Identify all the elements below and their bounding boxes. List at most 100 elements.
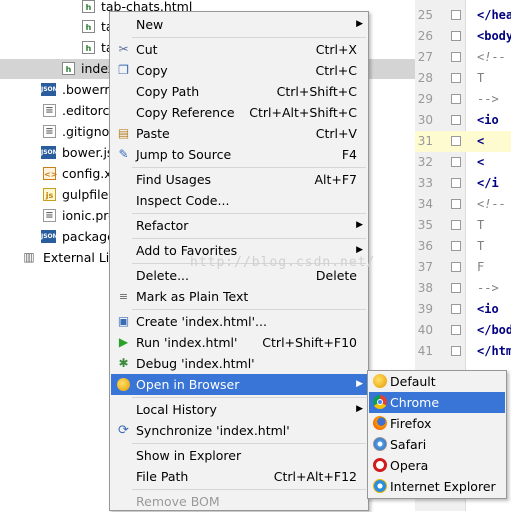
editor-line[interactable]: 37 F xyxy=(415,257,511,278)
fold-marker-icon[interactable] xyxy=(451,178,461,188)
tree-item-bower-json[interactable]: JSON bower.js xyxy=(41,143,113,163)
fold-marker-icon[interactable] xyxy=(451,241,461,251)
fold-marker-icon[interactable] xyxy=(451,283,461,293)
fold-marker-icon[interactable] xyxy=(451,157,461,167)
menu-item-copy-path[interactable]: Copy Path Ctrl+Shift+C xyxy=(111,81,367,102)
editor-line[interactable]: 33 </i xyxy=(415,173,511,194)
menu-item-local-history[interactable]: Local History ▶ xyxy=(111,399,367,420)
browser-item-chrome[interactable]: Chrome xyxy=(369,392,505,413)
fold-marker-icon[interactable] xyxy=(451,115,461,125)
menu-item-new[interactable]: New ▶ xyxy=(111,14,367,35)
html-file-icon: h xyxy=(62,62,75,75)
menu-item-synchronize[interactable]: ⟳ Synchronize 'index.html' xyxy=(111,420,367,441)
fold-marker-icon[interactable] xyxy=(451,304,461,314)
fold-marker-icon[interactable] xyxy=(451,199,461,209)
fold-marker-icon[interactable] xyxy=(451,10,461,20)
menu-item-label: Paste xyxy=(136,126,170,141)
safari-icon xyxy=(373,437,387,451)
menu-item-show-in-explorer[interactable]: Show in Explorer xyxy=(111,445,367,466)
html-file-icon: h xyxy=(82,41,95,54)
editor-line[interactable]: 30 <io xyxy=(415,110,511,131)
menu-item-delete[interactable]: Delete... Delete xyxy=(111,265,367,286)
submenu-arrow-icon: ▶ xyxy=(356,404,363,414)
tree-item-editorconfig[interactable]: ≡ .editorcc xyxy=(43,101,116,121)
menu-separator xyxy=(132,443,366,444)
tree-item-config-xml[interactable]: <> config.xr xyxy=(43,164,117,184)
editor-line[interactable]: 34 <!-- xyxy=(415,194,511,215)
run-configuration-icon: ▣ xyxy=(117,314,130,328)
editor-line[interactable]: 25 </hea xyxy=(415,5,511,26)
editor-line[interactable]: 41 </html xyxy=(415,341,511,362)
editor-line[interactable]: 39 <io xyxy=(415,299,511,320)
tree-item-gitignore[interactable]: ≡ .gitignor xyxy=(43,122,114,142)
code-text: </i xyxy=(477,176,499,190)
fold-marker-icon[interactable] xyxy=(451,52,461,62)
menu-item-mark-as-plain-text[interactable]: ≡ Mark as Plain Text xyxy=(111,286,367,307)
fold-marker-icon[interactable] xyxy=(451,31,461,41)
browser-item-opera[interactable]: Opera xyxy=(369,455,505,476)
fold-marker-icon[interactable] xyxy=(451,136,461,146)
browser-item-internet-explorer[interactable]: Internet Explorer xyxy=(369,476,505,497)
menu-item-shortcut: Delete xyxy=(315,268,357,283)
menu-item-create-run-config[interactable]: ▣ Create 'index.html'... xyxy=(111,311,367,332)
menu-item-inspect-code[interactable]: Inspect Code... xyxy=(111,190,367,211)
editor-line[interactable]: 28 T xyxy=(415,68,511,89)
menu-item-cut[interactable]: ✂ Cut Ctrl+X xyxy=(111,39,367,60)
submenu-arrow-icon: ▶ xyxy=(356,379,363,389)
editor-line[interactable]: 32 < xyxy=(415,152,511,173)
line-number: 38 xyxy=(417,281,433,295)
submenu-arrow-icon: ▶ xyxy=(356,220,363,230)
editor-line[interactable]: 35 T xyxy=(415,215,511,236)
browser-item-label: Opera xyxy=(390,458,429,473)
line-number: 41 xyxy=(417,344,433,358)
tree-item-gulpfile-js[interactable]: js gulpfile.j xyxy=(43,185,116,205)
menu-item-debug[interactable]: ✱ Debug 'index.html' xyxy=(111,353,367,374)
editor-line[interactable]: 26 <body xyxy=(415,26,511,47)
line-number: 40 xyxy=(417,323,433,337)
menu-item-run[interactable]: ▶ Run 'index.html' Ctrl+Shift+F10 xyxy=(111,332,367,353)
menu-item-label: Copy Path xyxy=(136,84,200,99)
menu-item-add-to-favorites[interactable]: Add to Favorites ▶ xyxy=(111,240,367,261)
json-file-icon: JSON xyxy=(41,230,58,243)
menu-item-refactor[interactable]: Refactor ▶ xyxy=(111,215,367,236)
fold-marker-icon[interactable] xyxy=(451,94,461,104)
menu-item-find-usages[interactable]: Find Usages Alt+F7 xyxy=(111,169,367,190)
fold-marker-icon[interactable] xyxy=(451,346,461,356)
menu-item-open-in-browser[interactable]: Open in Browser ▶ xyxy=(111,374,367,395)
tree-item-label: package xyxy=(62,229,115,244)
line-number: 31 xyxy=(417,134,433,148)
line-number: 32 xyxy=(417,155,433,169)
default-browser-icon xyxy=(373,374,387,388)
menu-item-copy[interactable]: ❐ Copy Ctrl+C xyxy=(111,60,367,81)
editor-line[interactable]: 29 --> xyxy=(415,89,511,110)
editor-line[interactable]: 36 T xyxy=(415,236,511,257)
menu-item-file-path[interactable]: File Path Ctrl+Alt+F12 xyxy=(111,466,367,487)
browser-item-default[interactable]: Default xyxy=(369,371,505,392)
tree-item-bowerrc[interactable]: JSON .bowerrc xyxy=(41,80,116,100)
fold-marker-icon[interactable] xyxy=(451,325,461,335)
editor-line[interactable]: 27 <!-- xyxy=(415,47,511,68)
tree-item-package-json[interactable]: JSON package xyxy=(41,227,115,247)
line-number: 29 xyxy=(417,92,433,106)
editor-line[interactable]: 38 --> xyxy=(415,278,511,299)
fold-marker-icon[interactable] xyxy=(451,220,461,230)
tree-item-ionic-project[interactable]: ≡ ionic.pro xyxy=(43,206,116,226)
code-text: </bod xyxy=(477,323,511,337)
menu-item-shortcut: Ctrl+C xyxy=(315,63,357,78)
fold-marker-icon[interactable] xyxy=(451,73,461,83)
browser-item-firefox[interactable]: Firefox xyxy=(369,413,505,434)
menu-item-copy-reference[interactable]: Copy Reference Ctrl+Alt+Shift+C xyxy=(111,102,367,123)
browser-item-safari[interactable]: Safari xyxy=(369,434,505,455)
edit-pencil-icon: ✎ xyxy=(118,147,129,161)
editor-line[interactable]: 40 </bod xyxy=(415,320,511,341)
menu-item-jump-to-source[interactable]: ✎ Jump to Source F4 xyxy=(111,144,367,165)
open-in-browser-submenu: Default Chrome Firefox Safari Opera Inte… xyxy=(367,370,507,499)
menu-separator xyxy=(132,263,366,264)
menu-item-paste[interactable]: ▤ Paste Ctrl+V xyxy=(111,123,367,144)
fold-marker-icon[interactable] xyxy=(451,262,461,272)
editor-line[interactable]: 31 < xyxy=(415,131,511,152)
menu-item-label: Synchronize 'index.html' xyxy=(136,423,290,438)
menu-item-label: Delete... xyxy=(136,268,189,283)
tree-item-external-libraries[interactable]: ▥ External Libr xyxy=(21,248,122,268)
menu-item-shortcut: Ctrl+Shift+C xyxy=(276,84,357,99)
